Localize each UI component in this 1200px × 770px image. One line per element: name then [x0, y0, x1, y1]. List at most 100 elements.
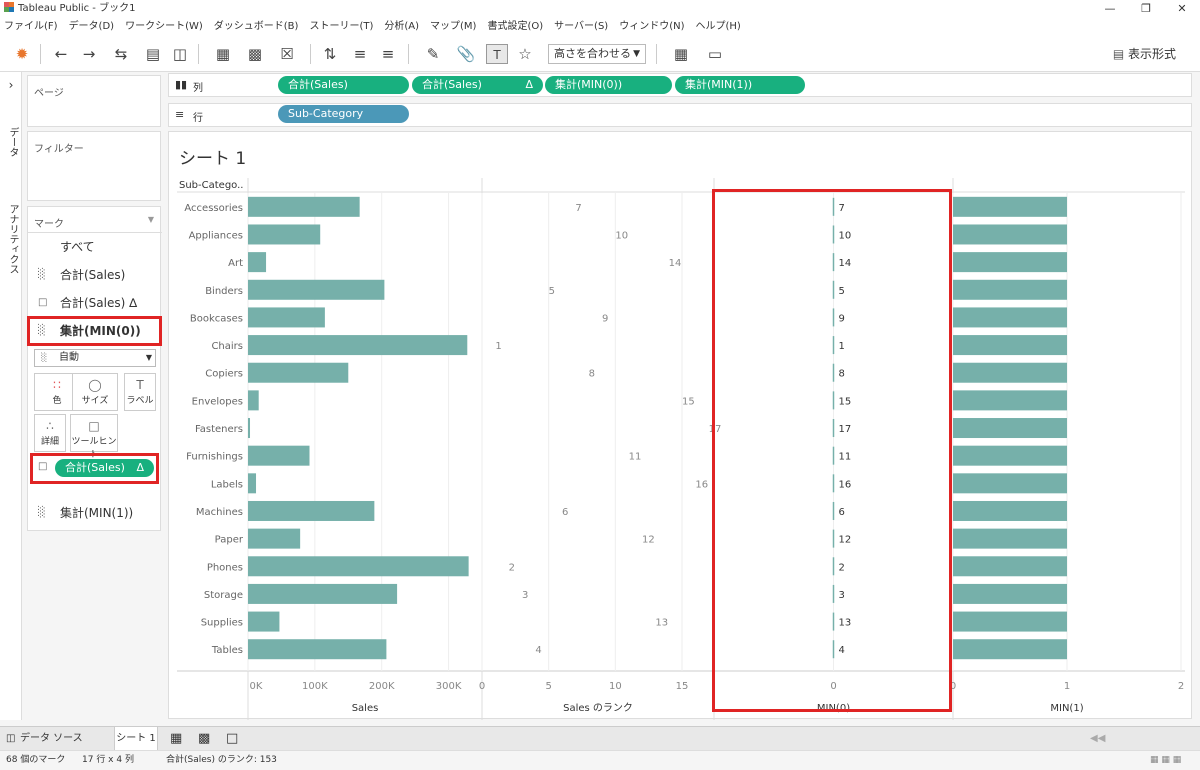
show-mark-labels-icon[interactable]: T: [486, 44, 508, 64]
show-me-icon: ▤: [1112, 47, 1128, 61]
new-worksheet-icon[interactable]: ▦: [208, 44, 238, 64]
detail-icon: ∴: [46, 419, 54, 433]
tableau-home-icon[interactable]: ✹: [12, 44, 32, 64]
label-label: ラベル: [126, 396, 154, 406]
presentation-icon[interactable]: ▭: [704, 44, 726, 64]
rank-label: 7: [575, 203, 581, 214]
duplicate-icon[interactable]: ▩: [244, 44, 266, 64]
columns-pill-min0[interactable]: 集計(MIN(0)): [545, 76, 672, 94]
clear-sheet-icon[interactable]: ☒: [272, 44, 302, 64]
new-dashboard-tab-icon[interactable]: ▩: [198, 727, 210, 751]
columns-pill-sum-sales-delta[interactable]: 合計(Sales) Δ: [412, 76, 543, 94]
axis-tick-label: 200K: [369, 681, 395, 692]
rows-pill-sub-category[interactable]: Sub-Category: [278, 105, 409, 123]
min1-bar: [953, 583, 1067, 604]
chart-svg: Sub-Catego..0K 100K 200K 300KSales0 5 10 15Sal…: [177, 178, 1185, 720]
menu-server[interactable]: サーバー(S): [554, 18, 608, 36]
row-header-label: Sub-Catego..: [179, 180, 243, 191]
sales-bar: [248, 362, 349, 383]
sales-bar: [248, 445, 310, 466]
menu-data[interactable]: データ(D): [69, 18, 115, 36]
marks-label-pill-text: 合計(Sales): [65, 461, 125, 474]
bar-chart-icon: ░: [38, 269, 46, 280]
category-label: Furnishings: [186, 452, 243, 463]
save-icon[interactable]: ▤: [144, 44, 162, 64]
sheet-tab[interactable]: シート 1: [114, 727, 158, 751]
rank-label: 6: [562, 507, 568, 518]
menu-worksheet[interactable]: ワークシート(W): [125, 18, 203, 36]
size-button[interactable]: ◯ サイズ: [72, 373, 118, 411]
swap-rows-columns-icon[interactable]: ⇅: [320, 44, 340, 64]
new-datasource-icon[interactable]: ◫: [170, 44, 190, 64]
filters-card[interactable]: フィルター: [27, 131, 161, 201]
sort-descending-icon[interactable]: ≡: [378, 44, 398, 64]
menu-map[interactable]: マップ(M): [430, 18, 476, 36]
sales-bar: [248, 307, 325, 328]
redo-icon[interactable]: →: [78, 44, 100, 64]
show-cards-icon[interactable]: ▦: [666, 44, 696, 64]
undo-icon[interactable]: ←: [50, 44, 72, 64]
menu-window[interactable]: ウィンドウ(N): [619, 18, 684, 36]
new-story-tab-icon[interactable]: □: [226, 727, 238, 751]
marks-min1-tab[interactable]: ░ 集計(MIN(1)): [28, 501, 162, 525]
toolbar: ✹ ← → ⇆ ▤ ◫ ▦ ▩ ☒ ⇅ ≡ ≡ ✎ 📎 T ☆ 高さを合わせる ▼…: [0, 36, 1200, 72]
minimize-icon[interactable]: —: [1092, 0, 1128, 18]
new-worksheet-tab-icon[interactable]: ▦: [170, 727, 182, 751]
marks-sum-sales-delta-tab[interactable]: □ 合計(Sales) ∆: [28, 291, 162, 315]
swap-icon[interactable]: ⇆: [106, 44, 136, 64]
columns-icon: ▮▮: [175, 78, 188, 91]
rows-icon: ≡: [175, 108, 185, 121]
rank-label: 11: [629, 452, 642, 463]
category-label: Storage: [204, 590, 243, 601]
datasource-tab[interactable]: データ ソース: [20, 727, 83, 751]
columns-pill-min1[interactable]: 集計(MIN(1)): [675, 76, 805, 94]
menu-format[interactable]: 書式設定(O): [487, 18, 543, 36]
pages-title: ページ: [34, 88, 64, 99]
data-tab[interactable]: データ: [2, 127, 20, 157]
min0-highlight-box: [27, 316, 162, 346]
datasource-icon: ◫: [6, 733, 16, 744]
sales-bar: [248, 528, 301, 549]
category-label: Bookcases: [190, 313, 243, 324]
sort-ascending-icon[interactable]: ≡: [350, 44, 370, 64]
columns-pill-sum-sales[interactable]: 合計(Sales): [278, 76, 409, 94]
detail-button[interactable]: ∴ 詳細: [34, 414, 66, 452]
chevron-down-icon: ▼: [145, 353, 152, 362]
close-icon[interactable]: ✕: [1164, 0, 1200, 18]
sales-bar: [248, 473, 257, 494]
menu-bar: ファイル(F) データ(D) ワークシート(W) ダッシュボード(B) ストーリ…: [0, 18, 1200, 36]
marks-menu-icon[interactable]: ▼: [148, 215, 154, 224]
restore-icon[interactable]: ❐: [1128, 0, 1164, 18]
mark-type-dropdown[interactable]: ░ 自動 ▼: [34, 349, 156, 367]
min0-column-highlight-box: [712, 189, 952, 712]
marks-all-tab[interactable]: すべて: [28, 235, 162, 259]
group-icon[interactable]: 📎: [452, 44, 480, 64]
label-button[interactable]: T ラベル: [124, 373, 156, 411]
rank-label: 10: [615, 230, 628, 241]
axis-tick-label: 10: [609, 681, 622, 692]
first-page-icon[interactable]: ◀◀: [1090, 727, 1105, 751]
menu-analysis[interactable]: 分析(A): [384, 18, 419, 36]
highlight-icon[interactable]: ✎: [418, 44, 448, 64]
fit-dropdown[interactable]: 高さを合わせる ▼: [548, 44, 646, 64]
worksheet-view[interactable]: シート 1 Sub-Catego.. 0K 100K 200K 300K Sales 0 5 1…: [168, 131, 1192, 720]
rank-label: 16: [695, 479, 708, 490]
bar-chart-icon: ░: [38, 507, 46, 518]
view-grid-icon[interactable]: ▦ ▦ ▦: [1150, 751, 1181, 770]
pin-icon[interactable]: ☆: [514, 44, 536, 64]
menu-file[interactable]: ファイル(F): [4, 18, 58, 36]
status-marks-count: 68 個のマーク: [6, 755, 66, 765]
menu-story[interactable]: ストーリー(T): [309, 18, 373, 36]
marks-sum-sales-tab[interactable]: ░ 合計(Sales): [28, 263, 162, 287]
collapse-chevron-icon[interactable]: ›: [2, 78, 20, 92]
tooltip-icon: □: [88, 419, 100, 433]
marks-label-pill[interactable]: 合計(Sales) Δ: [55, 459, 154, 477]
show-me-button[interactable]: ▤ 表示形式: [1113, 44, 1176, 64]
menu-dashboard[interactable]: ダッシュボード(B): [214, 18, 299, 36]
min1-bar: [953, 528, 1067, 549]
analytics-tab[interactable]: アナリティクス: [2, 204, 20, 274]
left-rail: › データ アナリティクス: [0, 72, 22, 720]
tooltip-button[interactable]: □ ツールヒント: [70, 414, 118, 460]
pages-card[interactable]: ページ: [27, 75, 161, 127]
menu-help[interactable]: ヘルプ(H): [696, 18, 741, 36]
